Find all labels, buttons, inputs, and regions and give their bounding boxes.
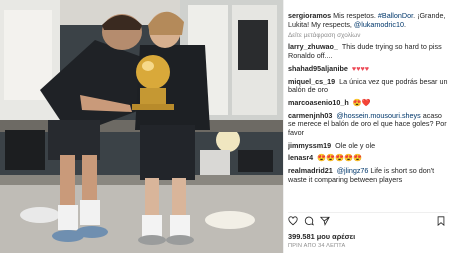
like-count[interactable]: 399.581 μου αρέσει — [288, 232, 355, 241]
post-photo[interactable] — [0, 0, 283, 253]
comment-username[interactable]: lenasr4 — [288, 153, 313, 163]
share-icon[interactable] — [320, 216, 330, 226]
comment: realmadrid21 @jlingz76 Life is short so … — [288, 166, 435, 184]
comment: jimmyssm19 Ole ole y ole — [288, 140, 376, 150]
comment: carmenjnh03 @hossein.mousouri.sheys acas… — [288, 110, 447, 137]
comment-username[interactable]: marcoasenio10_h — [288, 98, 349, 107]
heart-icon[interactable] — [288, 216, 298, 226]
action-bar — [288, 212, 448, 227]
comment-list[interactable]: sergioramos Mis respetos. #BallonDor. ¡Gr… — [288, 12, 448, 208]
comments-panel: sergioramos Mis respetos. #BallonDor. ¡Gr… — [283, 0, 450, 253]
comment: marcoasenio10_h 😍❤️ — [288, 97, 371, 107]
comment-username[interactable]: shahad95aljanibe — [288, 64, 348, 73]
comment: larry_zhuwao_ This dude trying so hard t… — [288, 42, 442, 60]
comment-icon[interactable] — [304, 216, 314, 226]
comment: lenasr4 😍😍😍😍😍 — [288, 153, 362, 163]
comment: miquel_cs_19 La única vez que podrás bes… — [288, 76, 448, 95]
comment: shahad95aljanibe ♥♥♥♥ — [288, 63, 369, 73]
caption-comment: sergioramos Mis respetos. #BallonDor. ¡Gr… — [288, 12, 446, 29]
mention-link[interactable]: @lukamodric10 — [354, 20, 404, 29]
bookmark-icon[interactable] — [436, 216, 446, 226]
post-timestamp: ΠΡΙΝ ΑΠΟ 34 ΛΕΠΤΑ — [288, 243, 346, 249]
photo-illustration — [0, 0, 283, 253]
comment-username[interactable]: jimmyssm19 — [288, 141, 331, 150]
see-translation-link[interactable]: Δείτε μετάφραση σχολίων — [288, 32, 448, 39]
